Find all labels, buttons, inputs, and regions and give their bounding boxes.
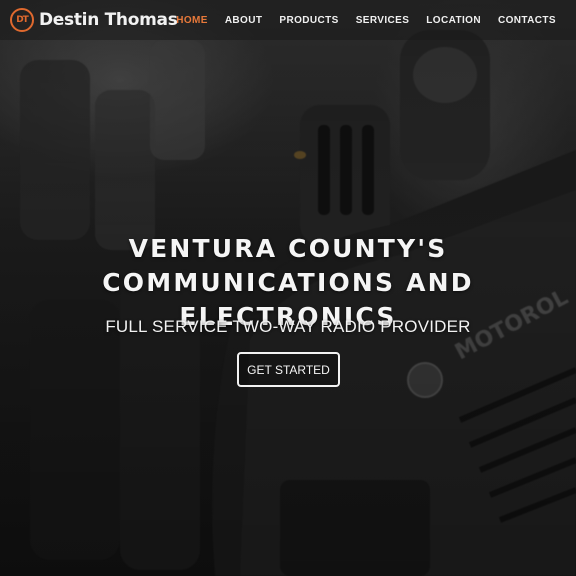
nav-item-services[interactable]: SERVICES	[356, 15, 410, 26]
main-nav-menu: HOME ABOUT PRODUCTS SERVICES LOCATION CO…	[159, 0, 556, 40]
nav-item-location[interactable]: LOCATION	[426, 15, 481, 26]
nav-item-about[interactable]: ABOUT	[225, 15, 263, 26]
nav-item-products[interactable]: PRODUCTS	[279, 15, 338, 26]
brand-logo[interactable]: DT Destin Thomas	[10, 7, 178, 33]
nav-item-home[interactable]: HOME	[176, 15, 208, 26]
hero-headline-line1: VENTURA COUNTY'S	[128, 234, 448, 263]
get-started-button[interactable]: GET STARTED	[237, 352, 340, 387]
brand-name: Destin Thomas	[39, 10, 178, 30]
nav-item-contacts[interactable]: CONTACTS	[498, 15, 556, 26]
top-navbar: DT Destin Thomas HOME ABOUT PRODUCTS SER…	[0, 0, 576, 40]
logo-mark-icon: DT	[10, 8, 34, 32]
hero-subheadline: FULL SERVICE TWO-WAY RADIO PROVIDER	[105, 317, 471, 336]
